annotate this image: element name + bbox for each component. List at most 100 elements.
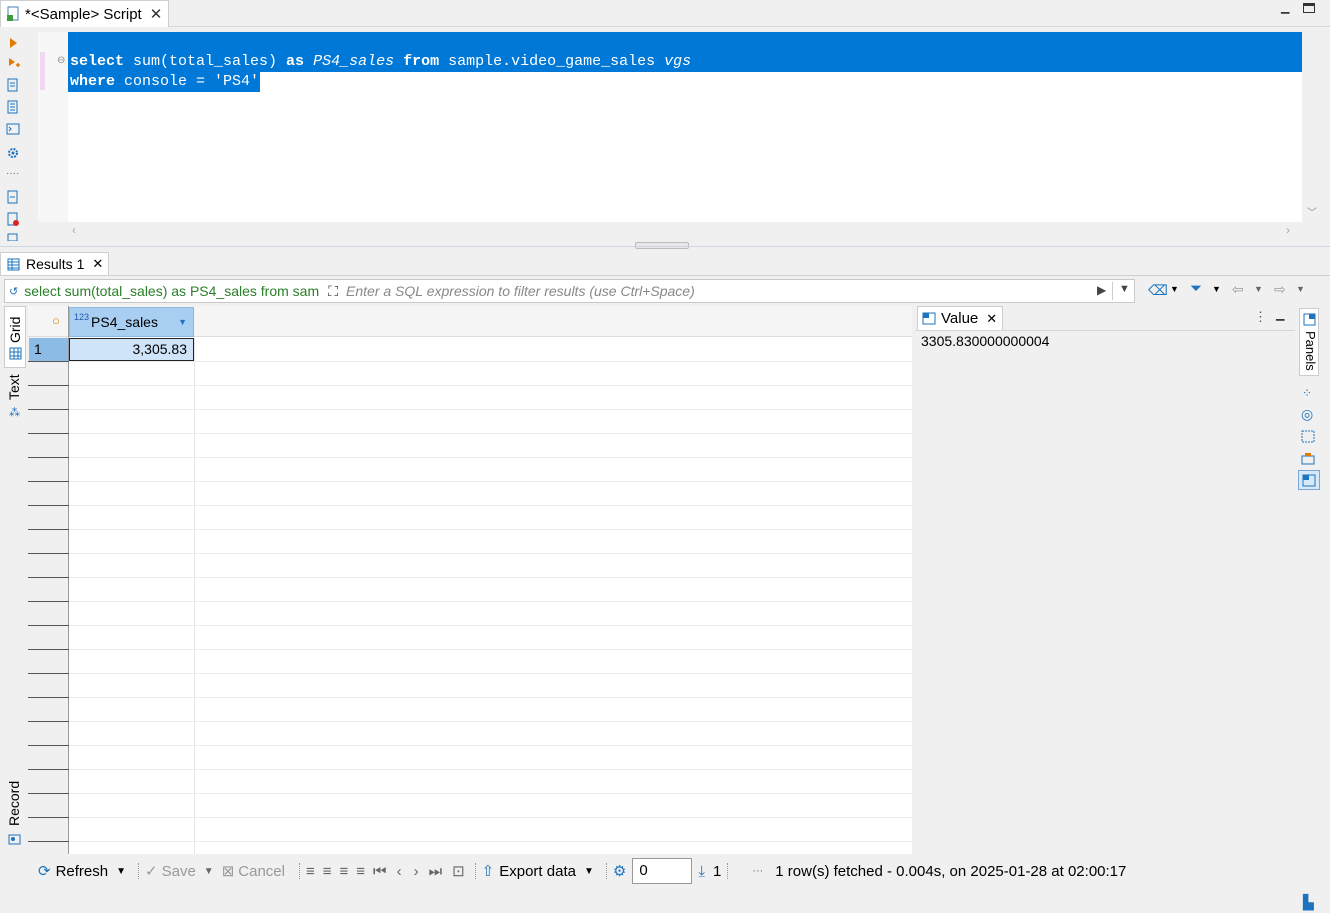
copy-row-icon[interactable]: ≡ [340, 863, 349, 880]
grid-cell[interactable]: 3,305.83 [69, 338, 194, 361]
save-button[interactable]: ✓ Save [145, 862, 196, 881]
tab-grid[interactable]: Grid [4, 306, 26, 368]
results-grid[interactable] [28, 306, 912, 854]
minimize-icon[interactable]: ▁ [1281, 3, 1293, 14]
sql-text: console = 'PS4' [115, 73, 260, 90]
value-text[interactable]: 3305.830000000004 [921, 333, 1049, 349]
last-page-icon[interactable]: ⏭ [429, 863, 443, 880]
chevron-down-icon[interactable]: ▼ [1170, 284, 1179, 294]
column-header-ps4-sales[interactable]: 123 PS4_sales ▼ [69, 307, 194, 337]
fetch-size-input[interactable]: 0 [632, 858, 693, 884]
fetch-next-icon[interactable]: ⤓ [698, 863, 705, 880]
row-divider [69, 409, 912, 410]
chevron-down-icon[interactable]: ▼ [584, 866, 594, 877]
chevron-down-icon[interactable]: ▼ [1254, 284, 1263, 294]
record-icon [8, 834, 21, 845]
eraser-icon[interactable]: ⌫ [1148, 282, 1168, 299]
fetch-all-icon[interactable]: ⊡ [452, 862, 465, 880]
execute-statement-icon[interactable] [6, 36, 20, 50]
sql-line-2[interactable]: where console = 'PS4' [70, 73, 259, 90]
close-icon[interactable]: ✕ [150, 5, 163, 23]
tab-record[interactable]: Record [4, 776, 26, 852]
add-row-icon[interactable]: ≡ [323, 863, 332, 880]
filter-query-text[interactable]: select sum(total_sales) as PS4_sales fro… [24, 283, 324, 299]
execute-in-new-tab-icon[interactable] [6, 56, 20, 70]
back-icon[interactable]: ⇦ [1232, 281, 1244, 298]
row-divider [69, 457, 912, 458]
more-icon[interactable]: ··· [752, 865, 763, 877]
editor-horizontal-scrollbar[interactable]: ‹ › [68, 222, 1302, 240]
refresh-button[interactable]: ⟳ Refresh [38, 862, 108, 881]
editor-tab[interactable]: *<Sample> Script ✕ [0, 0, 169, 27]
change-marker [40, 52, 45, 90]
save-script-icon[interactable] [6, 233, 20, 241]
load-script-icon[interactable] [6, 190, 20, 204]
editor-side-toolbar: ···· [0, 28, 28, 243]
divider [138, 863, 140, 879]
metadata-icon[interactable] [1301, 430, 1315, 443]
more-options-icon[interactable]: ⋮ [1254, 309, 1267, 325]
tab-panels-label: Panels [1303, 331, 1318, 371]
results-tab[interactable]: Results 1 ✕ [0, 252, 109, 275]
chevron-down-icon[interactable]: ▼ [1212, 284, 1221, 294]
execute-script-icon[interactable] [6, 78, 20, 92]
cancel-button[interactable]: ⊠ Cancel [222, 862, 285, 881]
row-divider [28, 505, 69, 506]
sql-script-icon [7, 6, 19, 21]
maximize-icon[interactable] [1303, 3, 1315, 13]
chevron-down-icon[interactable]: ▼ [204, 866, 214, 877]
divider [68, 306, 69, 854]
results-toolbar: ⟳ Refresh ▼ ✓ Save ▼ ⊠ Cancel ≡ ≡ ≡ ≡ ⏮ … [0, 855, 1330, 887]
filter-history-icon[interactable]: ↺ [9, 285, 18, 298]
value-panel-tab[interactable]: Value ✕ [917, 306, 1003, 330]
forward-icon[interactable]: ⇨ [1274, 281, 1286, 298]
value-viewer-toggle[interactable] [1298, 470, 1320, 490]
apply-filter-icon[interactable]: ▶ [1097, 283, 1106, 297]
divider [915, 330, 1295, 331]
sql-keyword: where [70, 73, 116, 90]
row-divider [69, 529, 912, 530]
row-divider [28, 793, 69, 794]
chevron-down-icon[interactable]: ▼ [116, 866, 126, 877]
row-divider [69, 505, 912, 506]
sql-line-1[interactable]: select sum(total_sales) as PS4_sales fro… [70, 53, 691, 70]
row-divider [28, 769, 69, 770]
fold-icon[interactable]: ⊖ [57, 55, 65, 66]
editor-vertical-scrollbar[interactable]: ﹀ [1302, 32, 1322, 222]
layout-icon[interactable]: ▙ [1303, 894, 1314, 911]
minimize-icon[interactable]: ▁ [1276, 308, 1284, 321]
tab-panels[interactable]: Panels [1299, 308, 1319, 376]
terminal-icon[interactable] [6, 122, 20, 136]
export-data-button[interactable]: ⇧ Export data [482, 862, 576, 881]
script-error-icon[interactable] [6, 212, 20, 226]
expand-icon[interactable]: ⛶ [328, 283, 338, 300]
row-divider [28, 481, 69, 482]
more-icon[interactable]: ···· [6, 168, 19, 179]
script-tabs-icon[interactable] [6, 100, 20, 114]
row-selector-icon[interactable]: ○ [52, 313, 60, 328]
filter-icon[interactable]: ⏷ [1190, 280, 1202, 297]
first-page-icon[interactable]: ⏮ [373, 863, 387, 880]
row-divider [28, 745, 69, 746]
row-divider [69, 601, 912, 602]
edit-row-icon[interactable]: ≡ [306, 863, 315, 880]
grouping-icon[interactable]: ⁘ [1302, 386, 1312, 400]
gear-icon[interactable]: ⚙ [613, 862, 626, 880]
aggregate-icon[interactable]: ◎ [1301, 406, 1313, 423]
tab-text[interactable]: Text ⁂ [4, 370, 26, 426]
row-divider [28, 697, 69, 698]
row-number[interactable]: 1 [29, 338, 68, 361]
gear-icon[interactable] [6, 146, 20, 160]
close-icon[interactable]: ✕ [92, 256, 103, 272]
next-page-icon[interactable]: › [414, 863, 419, 880]
value-panel-title: Value [941, 310, 979, 327]
references-icon[interactable] [1301, 452, 1315, 465]
sort-icon[interactable]: ▼ [178, 317, 187, 327]
filter-dropdown-icon[interactable]: ▼ [1119, 283, 1130, 295]
chevron-down-icon[interactable]: ▼ [1296, 284, 1305, 294]
close-icon[interactable]: ✕ [986, 311, 997, 327]
delete-row-icon[interactable]: ≡ [356, 863, 365, 880]
filter-input[interactable]: Enter a SQL expression to filter results… [346, 283, 695, 299]
previous-page-icon[interactable]: ‹ [397, 863, 402, 880]
